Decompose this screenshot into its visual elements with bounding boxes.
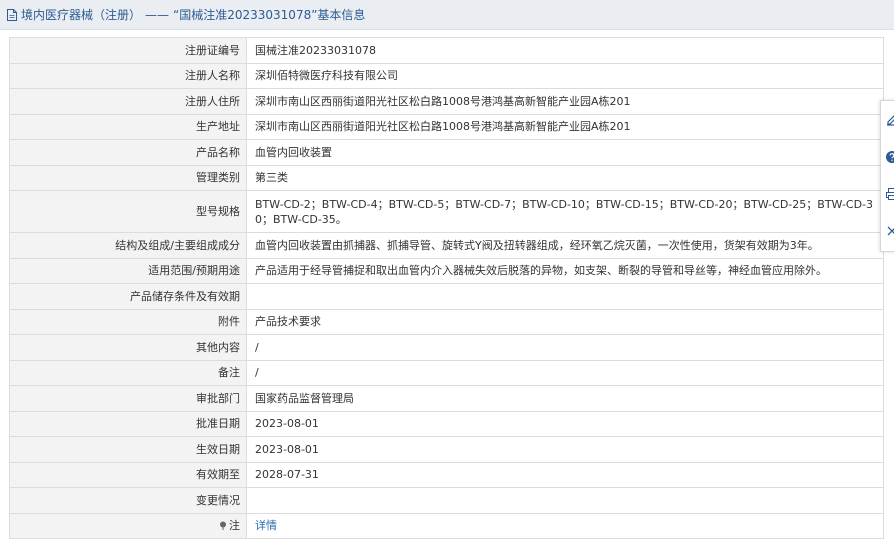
- row-label: 备注: [9, 359, 247, 386]
- row-label: 注册人名称: [9, 62, 247, 89]
- row-value: 深圳市南山区西丽街道阳光社区松白路1008号港鸿基高新智能产业园A栋201: [246, 88, 884, 115]
- table-row: 生效日期 2023-08-01: [9, 436, 884, 463]
- row-value: BTW-CD-2；BTW-CD-4；BTW-CD-5；BTW-CD-7；BTW-…: [246, 190, 884, 233]
- row-label: 注册人住所: [9, 88, 247, 115]
- row-label: 结构及组成/主要组成成分: [9, 232, 247, 259]
- table-row: 注册人住所 深圳市南山区西丽街道阳光社区松白路1008号港鸿基高新智能产业园A栋…: [9, 88, 884, 115]
- table-row: 生产地址 深圳市南山区西丽街道阳光社区松白路1008号港鸿基高新智能产业园A栋2…: [9, 113, 884, 140]
- row-label: 附件: [9, 308, 247, 335]
- row-value: 血管内回收装置由抓捕器、抓捕导管、旋转式Y阀及扭转器组成，经环氧乙烷灭菌，一次性…: [246, 232, 884, 259]
- table-row: 型号规格 BTW-CD-2；BTW-CD-4；BTW-CD-5；BTW-CD-7…: [9, 190, 884, 233]
- header-separator: ——: [145, 7, 170, 22]
- side-toolbar: [880, 100, 894, 252]
- pin-icon: [219, 519, 227, 531]
- note-row: 注 详情: [9, 512, 884, 539]
- table-row: 有效期至 2028-07-31: [9, 461, 884, 488]
- table-row: 管理类别 第三类: [9, 164, 884, 191]
- row-label: 产品名称: [9, 139, 247, 166]
- row-value: 深圳市南山区西丽街道阳光社区松白路1008号港鸿基高新智能产业园A栋201: [246, 113, 884, 140]
- row-value: [246, 283, 884, 310]
- row-label: 产品储存条件及有效期: [9, 283, 247, 310]
- note-label-cell: 注: [9, 512, 247, 539]
- help-icon[interactable]: [881, 138, 894, 175]
- page-header: 境内医疗器械（注册） —— “国械注准20233031078”基本信息: [0, 0, 894, 30]
- row-label: 生产地址: [9, 113, 247, 140]
- table-row: 附件 产品技术要求: [9, 308, 884, 335]
- row-value: /: [246, 334, 884, 361]
- header-record-title: “国械注准20233031078”基本信息: [173, 8, 366, 22]
- row-label: 型号规格: [9, 190, 247, 233]
- document-icon: [6, 8, 18, 22]
- table-row: 注册证编号 国械注准20233031078: [9, 37, 884, 64]
- table-row: 注册人名称 深圳佰特微医疗科技有限公司: [9, 62, 884, 89]
- row-value: 产品适用于经导管捕捉和取出血管内介入器械失效后脱落的异物，如支架、断裂的导管和导…: [246, 257, 884, 284]
- table-row: 其他内容 /: [9, 334, 884, 361]
- detail-link[interactable]: 详情: [255, 519, 277, 532]
- table-row: 批准日期 2023-08-01: [9, 410, 884, 437]
- row-value: 国家药品监督管理局: [246, 385, 884, 412]
- edit-icon[interactable]: [881, 101, 894, 138]
- row-label: 有效期至: [9, 461, 247, 488]
- table-row: 适用范围/预期用途 产品适用于经导管捕捉和取出血管内介入器械失效后脱落的异物，如…: [9, 257, 884, 284]
- row-label: 管理类别: [9, 164, 247, 191]
- print-icon[interactable]: [881, 175, 894, 212]
- row-value: 国械注准20233031078: [246, 37, 884, 64]
- info-table: 注册证编号 国械注准20233031078 注册人名称 深圳佰特微医疗科技有限公…: [9, 37, 884, 539]
- row-label: 变更情况: [9, 487, 247, 514]
- row-label: 批准日期: [9, 410, 247, 437]
- row-value: 第三类: [246, 164, 884, 191]
- row-value: /: [246, 359, 884, 386]
- row-label: 审批部门: [9, 385, 247, 412]
- table-row: 产品储存条件及有效期: [9, 283, 884, 310]
- row-value: 产品技术要求: [246, 308, 884, 335]
- row-value: 2023-08-01: [246, 436, 884, 463]
- table-row: 变更情况: [9, 487, 884, 514]
- row-label: 其他内容: [9, 334, 247, 361]
- row-value: 2028-07-31: [246, 461, 884, 488]
- table-row: 结构及组成/主要组成成分 血管内回收装置由抓捕器、抓捕导管、旋转式Y阀及扭转器组…: [9, 232, 884, 259]
- close-icon[interactable]: [881, 212, 894, 249]
- table-row: 备注 /: [9, 359, 884, 386]
- note-value-cell: 详情: [246, 512, 884, 539]
- row-label: 生效日期: [9, 436, 247, 463]
- row-value: 2023-08-01: [246, 410, 884, 437]
- row-value: 深圳佰特微医疗科技有限公司: [246, 62, 884, 89]
- header-category: 境内医疗器械（注册）: [21, 8, 142, 22]
- row-value: [246, 487, 884, 514]
- row-label: 适用范围/预期用途: [9, 257, 247, 284]
- row-label: 注册证编号: [9, 37, 247, 64]
- table-row: 审批部门 国家药品监督管理局: [9, 385, 884, 412]
- table-row: 产品名称 血管内回收装置: [9, 139, 884, 166]
- note-label: 注: [229, 519, 240, 533]
- row-value: 血管内回收装置: [246, 139, 884, 166]
